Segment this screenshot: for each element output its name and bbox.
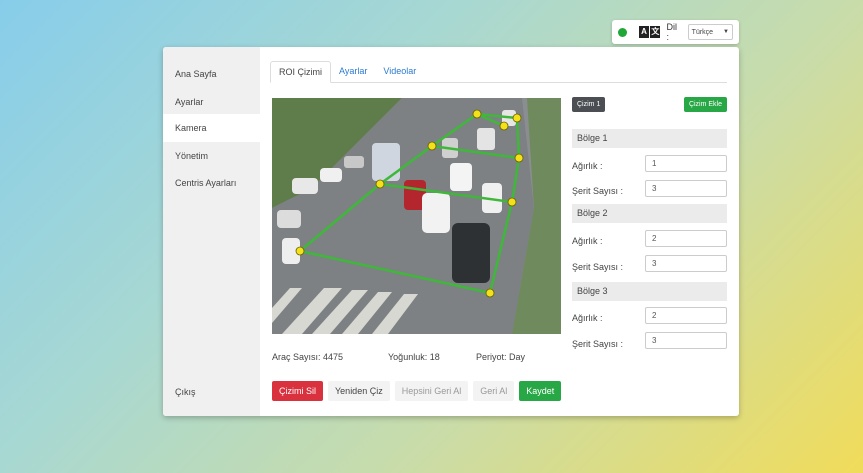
weight-input[interactable]: 1 [645,155,727,172]
action-buttons: Çizimi Sil Yeniden Çiz Hepsini Geri Al G… [272,381,562,401]
lanes-label: Şerit Sayısı : [572,339,624,349]
period: Periyot: Day [476,352,526,362]
lanes-label: Şerit Sayısı : [572,186,624,196]
sidebar-item-camera[interactable]: Kamera [163,114,260,142]
weight-label: Ağırlık : [572,313,603,323]
translate-icon[interactable]: A 文 [638,26,661,38]
roi-handle [472,109,482,119]
sidebar-item-centris-settings[interactable]: Centris Ayarları [163,169,260,197]
roi-handle [485,288,495,298]
main-content: ROI Çizimi Ayarlar Videolar Araç Sayısı:… [260,47,739,416]
sidebar-item-settings[interactable]: Ayarlar [163,88,260,116]
sidebar-item-home[interactable]: Ana Sayfa [163,60,260,88]
roi-handle [295,246,305,256]
drawing-chip[interactable]: Çizim 1 [572,97,606,112]
language-label: Dil : [666,22,677,42]
weight-input[interactable]: 2 [645,230,727,247]
region-header: Bölge 2 [572,204,727,223]
region-header: Bölge 3 [572,282,727,301]
tab-roi-drawing[interactable]: ROI Çizimi [270,61,331,83]
density: Yoğunluk: 18 [388,352,440,362]
weight-label: Ağırlık : [572,236,603,246]
roi-handle [499,121,509,131]
sidebar-item-logout[interactable]: Çıkış [163,378,260,406]
save-button[interactable]: Kaydet [519,381,562,401]
add-drawing-button[interactable]: Çizim Ekle [683,97,727,112]
lanes-label: Şerit Sayısı : [572,262,624,272]
roi-canvas[interactable] [272,98,561,334]
main-card: Ana Sayfa Ayarlar Kamera Yönetim Centris… [163,47,739,416]
undo-button[interactable]: Geri Al [473,381,515,401]
language-select[interactable]: Türkçe ▼ [687,24,733,40]
camera-view[interactable] [272,98,561,334]
roi-handle [375,179,385,189]
roi-handle [512,113,522,123]
redraw-button[interactable]: Yeniden Çiz [328,381,390,401]
roi-handle [427,141,437,151]
sidebar: Ana Sayfa Ayarlar Kamera Yönetim Centris… [163,47,260,416]
top-toolbar: A 文 Dil : Türkçe ▼ [612,20,739,44]
delete-drawing-button[interactable]: Çizimi Sil [272,381,323,401]
tab-videos[interactable]: Videolar [375,61,424,82]
roi-handle [514,153,524,163]
vehicle-count: Araç Sayısı: 4475 [272,352,344,362]
status-indicator-icon [618,27,627,37]
tab-bar: ROI Çizimi Ayarlar Videolar [270,61,727,83]
lanes-input[interactable]: 3 [645,332,727,349]
sidebar-item-management[interactable]: Yönetim [163,142,260,170]
roi-handle [507,197,517,207]
weight-label: Ağırlık : [572,161,603,171]
lanes-input[interactable]: 3 [645,180,727,197]
chevron-down-icon: ▼ [723,29,729,35]
tab-settings[interactable]: Ayarlar [331,61,375,82]
language-value: Türkçe [691,28,714,36]
weight-input[interactable]: 2 [645,307,727,324]
undo-all-button[interactable]: Hepsini Geri Al [394,381,469,401]
region-header: Bölge 1 [572,129,727,148]
lanes-input[interactable]: 3 [645,255,727,272]
